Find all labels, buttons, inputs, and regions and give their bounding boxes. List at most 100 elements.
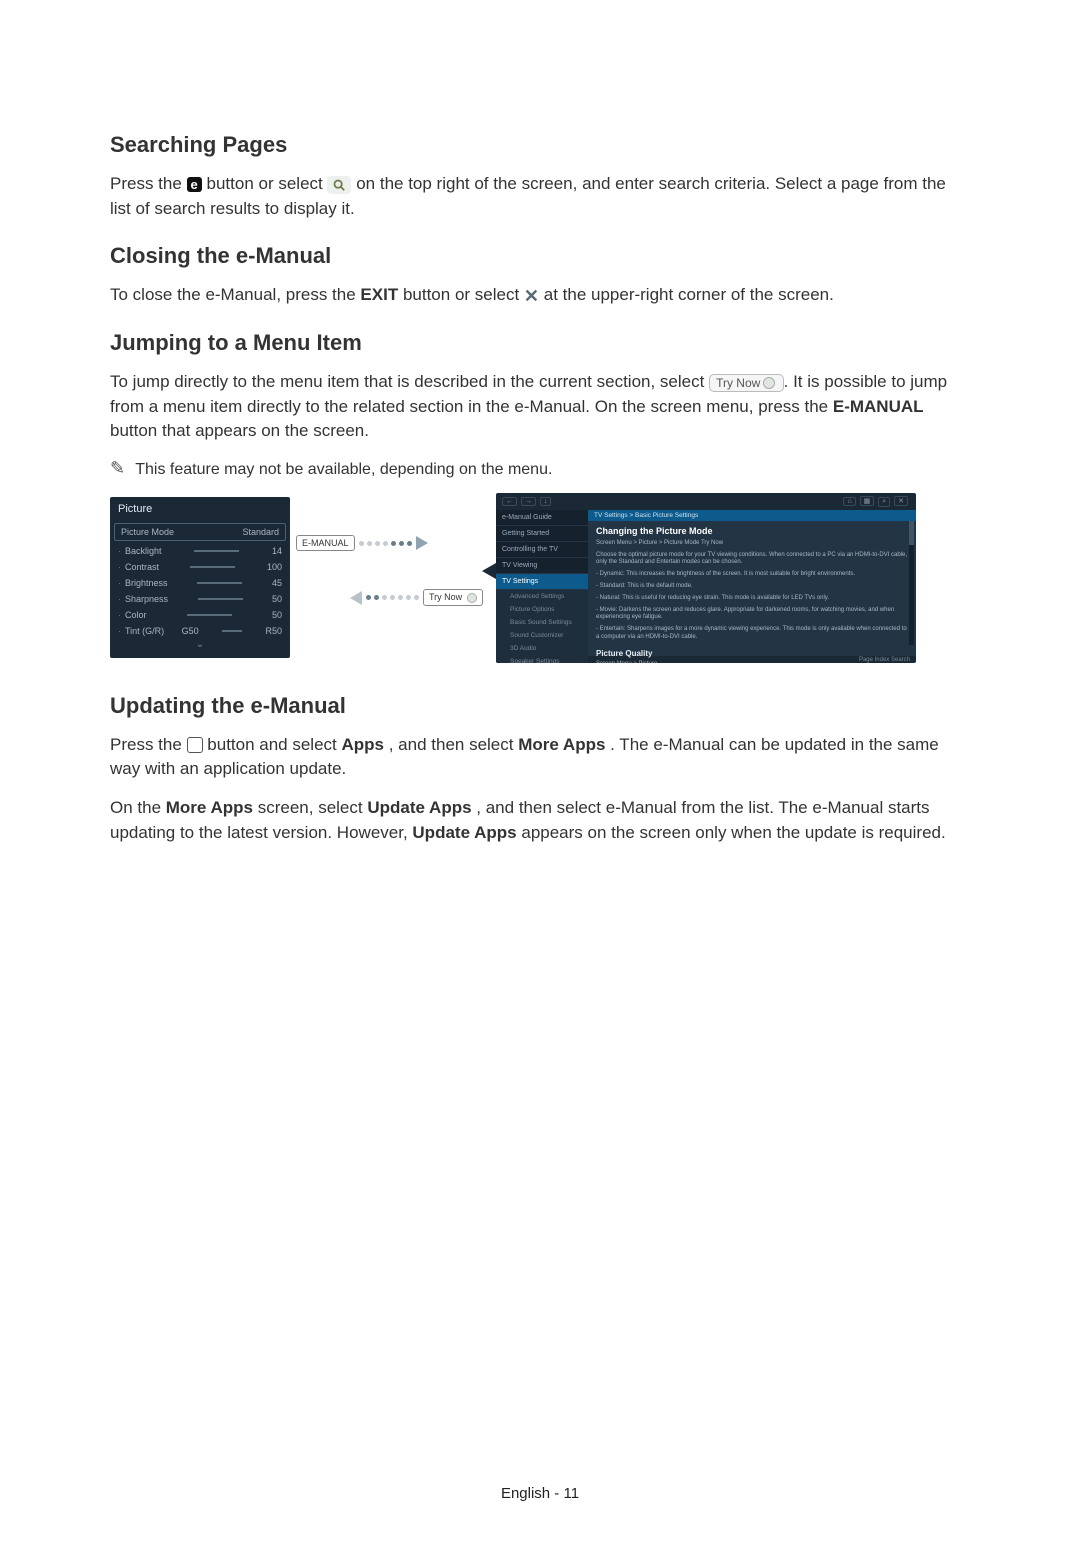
- note-bullet-icon: ✎: [110, 458, 125, 478]
- sidebar-subitem: Picture Options: [496, 603, 588, 616]
- osd-value: 50: [272, 610, 282, 620]
- sidebar-item: TV Viewing: [496, 558, 588, 574]
- emanual-sidebar: e-Manual Guide Getting Started Controlli…: [496, 510, 588, 656]
- osd-row-backlight: ·Backlight14: [110, 543, 290, 559]
- content-text: - Entertain: Sharpens images for a more …: [588, 624, 916, 644]
- text: To jump directly to the menu item that i…: [110, 372, 709, 391]
- emanual-content: TV Settings > Basic Picture Settings Cha…: [588, 510, 916, 656]
- content-text: - Movie: Darkens the screen and reduces …: [588, 605, 916, 625]
- text: Press the: [110, 174, 187, 193]
- e-button-icon: e: [187, 177, 202, 192]
- heading-updating-emanual: Updating the e-Manual: [110, 693, 970, 719]
- osd-value: Standard: [242, 527, 279, 537]
- breadcrumb: TV Settings > Basic Picture Settings: [588, 510, 916, 521]
- emanual-label: E-MANUAL: [833, 397, 924, 416]
- zoom-icon: ▦: [860, 496, 875, 506]
- osd-row-contrast: ·Contrast100: [110, 559, 290, 575]
- content-heading: Changing the Picture Mode: [588, 521, 916, 538]
- osd-value: 50: [272, 594, 282, 604]
- text: screen, select: [258, 798, 368, 817]
- emanual-footer-hints: Page Index Search: [859, 657, 910, 663]
- sidebar-item: e-Manual Guide: [496, 510, 588, 526]
- try-now-label: Try Now: [716, 376, 760, 390]
- content-text: - Standard: This is the default mode.: [588, 581, 916, 593]
- paragraph-updating-1: Press the button and select Apps , and t…: [110, 733, 970, 782]
- search-icon: [327, 176, 351, 194]
- text: button and select: [207, 735, 341, 754]
- paragraph-jumping: To jump directly to the menu item that i…: [110, 370, 970, 444]
- bold-label: Update Apps: [412, 823, 516, 842]
- osd-value: R50: [265, 626, 282, 636]
- sidebar-item: Controlling the TV: [496, 542, 588, 558]
- note-jumping: ✎ This feature may not be available, dep…: [110, 458, 970, 479]
- sidebar-subitem: 3D Audio: [496, 642, 588, 655]
- osd-label: Sharpness: [125, 594, 168, 604]
- down-icon: ↓: [540, 497, 552, 506]
- label: Try Now: [429, 592, 462, 602]
- emanual-callout-button: E-MANUAL: [296, 535, 355, 551]
- text: appears on the screen only when the upda…: [521, 823, 945, 842]
- figure-tv-osd: Picture Picture Mode Standard ·Backlight…: [110, 497, 460, 658]
- search-icon: ⌕: [878, 497, 890, 507]
- arrow-right-icon: [416, 536, 428, 550]
- osd-row-brightness: ·Brightness45: [110, 575, 290, 591]
- emanual-window: ← → ↓ ⌂ ▦ ⌕ ✕ e-Manual Guide Getting Sta…: [496, 493, 916, 663]
- bold-label: Update Apps: [367, 798, 471, 817]
- text: This feature may not be available, depen…: [135, 461, 552, 478]
- osd-picture-mode-row: Picture Mode Standard: [114, 523, 286, 541]
- osd-title: Picture: [110, 497, 290, 521]
- smarthub-icon: [187, 737, 203, 753]
- text: button that appears on the screen.: [110, 421, 369, 440]
- sidebar-subitem: Advanced Settings: [496, 590, 588, 603]
- forward-icon: →: [521, 497, 536, 506]
- arrow-connector-icon: [482, 563, 496, 579]
- content-text: - Dynamic: This increases the brightness…: [588, 569, 916, 581]
- content-text: Choose the optimal picture mode for your…: [588, 550, 916, 570]
- text: , and then select: [389, 735, 518, 754]
- osd-row-color: ·Color50: [110, 607, 290, 623]
- osd-value: 45: [272, 578, 282, 588]
- sidebar-item: Getting Started: [496, 526, 588, 542]
- home-icon: ⌂: [843, 497, 855, 506]
- osd-label: Picture Mode: [121, 527, 174, 537]
- osd-label: Backlight: [125, 546, 162, 556]
- sidebar-subitem: Speaker Settings: [496, 655, 588, 663]
- arrow-trynow: Try Now: [350, 589, 483, 606]
- scrollbar-thumb: [909, 521, 914, 545]
- exit-label: EXIT: [360, 285, 398, 304]
- arrow-dots-icon: [366, 595, 419, 600]
- bold-label: More Apps: [518, 735, 605, 754]
- tv-osd-menu: Picture Picture Mode Standard ·Backlight…: [110, 497, 290, 658]
- osd-label: Brightness: [125, 578, 168, 588]
- osd-value: 14: [272, 546, 282, 556]
- emanual-topbar: ← → ↓ ⌂ ▦ ⌕ ✕: [496, 493, 916, 510]
- sidebar-subitem: Basic Sound Settings: [496, 616, 588, 629]
- arrow-dots-icon: [359, 541, 412, 546]
- bold-label: Apps: [342, 735, 385, 754]
- text: button or select: [403, 285, 524, 304]
- play-icon: [467, 593, 477, 603]
- osd-label: Tint (G/R): [125, 626, 164, 636]
- osd-value: G50: [182, 626, 199, 636]
- figure-emanual-screenshot: ← → ↓ ⌂ ▦ ⌕ ✕ e-Manual Guide Getting Sta…: [496, 493, 916, 663]
- paragraph-updating-2: On the More Apps screen, select Update A…: [110, 796, 970, 845]
- text: button or select: [207, 174, 328, 193]
- try-now-chip: Try Now: [709, 374, 784, 392]
- paragraph-closing: To close the e-Manual, press the EXIT bu…: [110, 283, 970, 308]
- sidebar-subitem: Sound Customizer: [496, 629, 588, 642]
- osd-row-sharpness: ·Sharpness50: [110, 591, 290, 607]
- figure-screenshots: Picture Picture Mode Standard ·Backlight…: [110, 493, 970, 663]
- arrow-left-icon: [350, 591, 362, 605]
- osd-value: 100: [267, 562, 282, 572]
- heading-jumping-menu: Jumping to a Menu Item: [110, 330, 970, 356]
- heading-searching-pages: Searching Pages: [110, 132, 970, 158]
- osd-label: Color: [125, 610, 147, 620]
- paragraph-searching: Press the e button or select on the top …: [110, 172, 970, 221]
- text: Press the: [110, 735, 187, 754]
- back-icon: ←: [502, 497, 517, 506]
- bold-label: More Apps: [166, 798, 253, 817]
- text: To close the e-Manual, press the: [110, 285, 360, 304]
- text: On the: [110, 798, 166, 817]
- content-text: - Natural: This is useful for reducing e…: [588, 593, 916, 605]
- play-icon: [763, 377, 775, 389]
